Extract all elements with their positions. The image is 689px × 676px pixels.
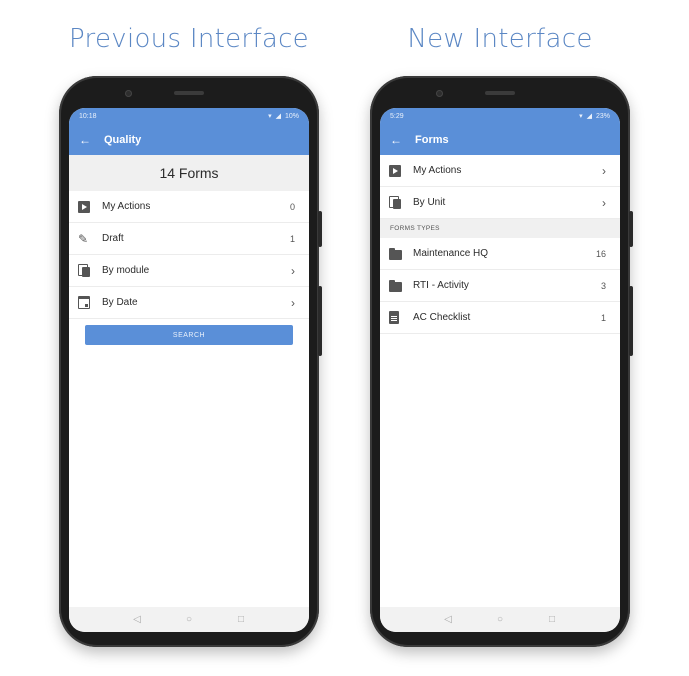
chevron-right-icon: › [291, 295, 295, 310]
speaker-grille [174, 91, 204, 95]
app-bar-title: Forms [415, 133, 449, 146]
list-item-label: By Date [102, 297, 138, 308]
list-item-my-actions[interactable]: My Actions 0 [69, 191, 309, 223]
status-bar: 10:18 ▾ ◢ 10% [69, 108, 309, 124]
nav-back-icon[interactable]: ◁ [130, 614, 144, 625]
list-item-label: By module [102, 265, 150, 276]
battery-level: 23% [595, 112, 610, 120]
list-item-maintenance-hq[interactable]: Maintenance HQ 16 [380, 238, 620, 270]
power-button [629, 286, 633, 356]
document-icon [389, 311, 399, 324]
system-nav-bar: ◁ ○ □ [69, 607, 309, 632]
speaker-grille [485, 91, 515, 95]
pencil-icon: ✎ [78, 231, 89, 246]
copy-icon [389, 196, 401, 209]
folder-icon [389, 247, 402, 260]
list-item-count: 16 [595, 248, 606, 259]
forms-count-header: 14 Forms [69, 155, 309, 191]
nav-recent-icon[interactable]: □ [234, 614, 248, 625]
previous-phone: 10:18 ▾ ◢ 10% ← Quality 14 Forms My Acti… [59, 76, 322, 647]
list-item-label: My Actions [413, 165, 462, 176]
camera-icon [436, 90, 443, 97]
wifi-icon: ▾ [579, 113, 583, 120]
signal-icon: ◢ [586, 113, 592, 120]
new-phone: 5:29 ▾ ◢ 23% ← Forms My Actions › By Uni… [370, 76, 633, 647]
system-nav-bar: ◁ ○ □ [380, 607, 620, 632]
nav-recent-icon[interactable]: □ [545, 614, 559, 625]
list-item-label: AC Checklist [413, 312, 471, 323]
list-item-rti-activity[interactable]: RTI - Activity 3 [380, 270, 620, 302]
list-item-draft[interactable]: ✎ Draft 1 [69, 223, 309, 255]
camera-icon [125, 90, 132, 97]
list-item-ac-checklist[interactable]: AC Checklist 1 [380, 302, 620, 334]
status-time: 10:18 [79, 112, 97, 120]
back-arrow-icon[interactable]: ← [390, 133, 415, 147]
play-square-icon [78, 200, 90, 213]
status-time: 5:29 [390, 112, 404, 120]
list-item-label: My Actions [102, 201, 151, 212]
chevron-right-icon: › [602, 195, 606, 210]
list-item-count: 3 [600, 280, 606, 291]
nav-back-icon[interactable]: ◁ [441, 614, 455, 625]
list-item-label: Maintenance HQ [413, 248, 489, 259]
list-item-by-module[interactable]: By module › [69, 255, 309, 287]
search-button[interactable]: SEARCH [85, 325, 293, 345]
list-item-my-actions[interactable]: My Actions › [380, 155, 620, 187]
list-item-label: Draft [102, 233, 124, 244]
nav-home-icon[interactable]: ○ [182, 614, 196, 625]
back-arrow-icon[interactable]: ← [79, 133, 104, 147]
power-button [318, 286, 322, 356]
list-item-count: 0 [289, 201, 295, 212]
play-square-icon [389, 164, 401, 177]
copy-icon [78, 264, 90, 277]
previous-screen: 10:18 ▾ ◢ 10% ← Quality 14 Forms My Acti… [69, 108, 309, 632]
battery-level: 10% [284, 112, 299, 120]
folder-icon [389, 279, 402, 292]
signal-icon: ◢ [275, 113, 281, 120]
app-bar: ← Forms [380, 124, 620, 155]
volume-button [629, 211, 633, 247]
list-item-count: 1 [289, 233, 295, 244]
forms-types-section-header: FORMS TYPES [380, 219, 620, 238]
list-item-label: By Unit [413, 197, 446, 208]
app-bar: ← Quality [69, 124, 309, 155]
chevron-right-icon: › [602, 163, 606, 178]
calendar-icon [78, 296, 90, 309]
previous-interface-caption: Previous Interface [69, 24, 309, 54]
new-screen: 5:29 ▾ ◢ 23% ← Forms My Actions › By Uni… [380, 108, 620, 632]
list-item-label: RTI - Activity [413, 280, 469, 291]
volume-button [318, 211, 322, 247]
wifi-icon: ▾ [268, 113, 272, 120]
new-interface-caption: New Interface [407, 24, 593, 54]
list-item-count: 1 [600, 312, 606, 323]
status-bar: 5:29 ▾ ◢ 23% [380, 108, 620, 124]
app-bar-title: Quality [104, 133, 142, 146]
chevron-right-icon: › [291, 263, 295, 278]
nav-home-icon[interactable]: ○ [493, 614, 507, 625]
list-item-by-date[interactable]: By Date › [69, 287, 309, 319]
list-item-by-unit[interactable]: By Unit › [380, 187, 620, 219]
